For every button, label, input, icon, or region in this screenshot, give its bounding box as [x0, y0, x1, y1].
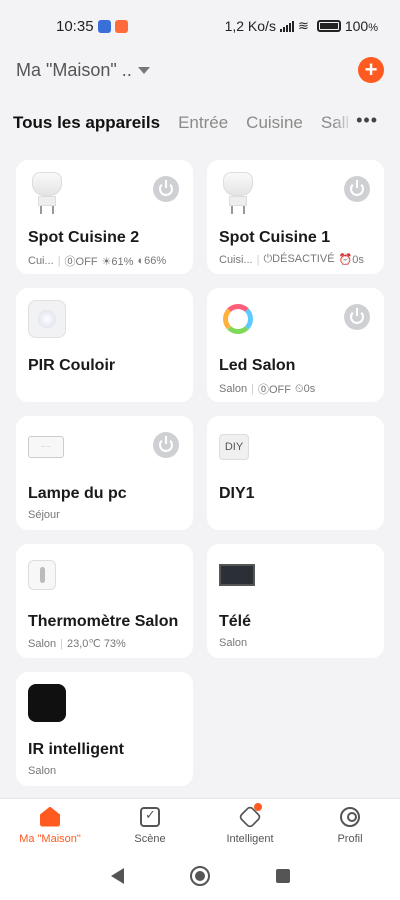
battery-unit: % [368, 22, 378, 34]
nav-scene[interactable]: Scène [100, 799, 200, 852]
home-selector[interactable]: Ma "Maison" .. [16, 60, 132, 81]
wifi-icon: ≋ [297, 18, 309, 33]
thermometer-icon [28, 560, 56, 590]
nav-smart-label: Intelligent [226, 832, 274, 845]
back-icon[interactable] [110, 868, 124, 884]
device-room: Salon [219, 383, 248, 395]
home-icon [40, 806, 60, 827]
system-nav-bar [0, 852, 400, 900]
nav-profile-label: Profil [337, 832, 363, 845]
device-name: Spot Cuisine 1 [219, 229, 331, 246]
power-icon[interactable] [344, 304, 370, 330]
checkbox-icon [140, 806, 160, 827]
nav-home[interactable]: Ma "Maison" [0, 799, 100, 852]
device-reading: 23,0℃ 73% [67, 638, 126, 650]
device-status: Salon | 23,0℃ 73% [28, 637, 126, 651]
device-temperature: ◐66% [137, 255, 167, 267]
device-card-tele[interactable]: Télé Salon [207, 544, 384, 658]
device-card-spot-cuisine-2[interactable]: Spot Cuisine 2 Cui... | ⓪OFF ☀61% ◐66% [16, 160, 193, 274]
device-room: Salon [28, 637, 57, 650]
device-state: ⓪OFF [258, 384, 291, 396]
more-icon[interactable]: ••• [348, 110, 378, 131]
device-name: Spot Cuisine 2 [28, 229, 140, 246]
diy-icon: DIY [219, 434, 249, 460]
device-room: Cuisi... [219, 253, 253, 266]
device-state: ⓪OFF [64, 256, 98, 268]
notification-icon [97, 19, 111, 33]
device-status: Salon [28, 765, 56, 777]
profile-icon [340, 806, 360, 827]
controller-icon: ·· ·· [28, 436, 64, 458]
bulb-icon [223, 172, 253, 216]
device-brightness: ☀61% [101, 255, 134, 268]
device-name: Lampe du pc [28, 485, 127, 502]
device-room: Séjour [28, 509, 60, 521]
device-status: Cui... | ⓪OFF ☀61% ◐66% [28, 255, 167, 268]
device-name: Led Salon [219, 357, 296, 374]
network-speed: 1,2 Ko/s [224, 18, 276, 34]
status-bar: 10:35 1,2 Ko/s ≋ 100% [0, 0, 400, 52]
status-time: 10:35 [56, 17, 94, 35]
power-icon[interactable] [153, 176, 179, 202]
bottom-nav: Ma "Maison" Scène Intelligent Profil [0, 798, 400, 852]
device-state: ⏻DÉSACTIVÉ [263, 253, 335, 265]
device-name: Thermomètre Salon [28, 613, 179, 630]
signal-icon [279, 20, 294, 32]
device-grid: Spot Cuisine 2 Cui... | ⓪OFF ☀61% ◐66% Sp… [16, 160, 384, 786]
device-name: DIY1 [219, 485, 255, 502]
notification-dot [254, 803, 262, 811]
device-status: Cuisi... | ⏻DÉSACTIVÉ ⏰0s [219, 253, 364, 266]
motion-sensor-icon [28, 300, 66, 338]
device-card-spot-cuisine-1[interactable]: Spot Cuisine 1 Cuisi... | ⏻DÉSACTIVÉ ⏰0s [207, 160, 384, 274]
tv-icon [219, 564, 255, 586]
device-name: Télé [219, 613, 252, 630]
battery-level: 100 [344, 18, 369, 34]
device-card-lampe-du-pc[interactable]: ·· ·· Lampe du pc Séjour [16, 416, 193, 530]
device-status: Salon [219, 637, 247, 649]
ir-remote-icon [28, 684, 66, 722]
device-name: IR intelligent [28, 741, 124, 758]
app-notification-icon [114, 19, 128, 33]
bulb-icon [32, 172, 62, 216]
device-timer: ⏰0s [338, 254, 364, 266]
nav-home-label: Ma "Maison" [19, 832, 81, 845]
tab-entree[interactable]: Entrée [178, 113, 228, 133]
device-room: Salon [219, 637, 248, 649]
device-card-pir-couloir[interactable]: PIR Couloir [16, 288, 193, 402]
power-icon[interactable] [153, 432, 179, 458]
led-ring-icon [223, 304, 253, 334]
chevron-down-icon[interactable] [137, 66, 150, 74]
room-tabs: Tous les appareils Entrée Cuisine Salle … [0, 108, 400, 138]
battery-icon [316, 20, 341, 32]
device-card-diy1[interactable]: DIY DIY1 [207, 416, 384, 530]
nav-profile[interactable]: Profil [300, 799, 400, 852]
home-button-icon[interactable] [189, 866, 210, 886]
device-timer: ⏲0s [295, 382, 316, 395]
tab-cuisine[interactable]: Cuisine [246, 113, 303, 133]
device-card-thermometre-salon[interactable]: Thermomètre Salon Salon | 23,0℃ 73% [16, 544, 193, 658]
nav-smart[interactable]: Intelligent [200, 799, 300, 852]
device-card-led-salon[interactable]: Led Salon Salon | ⓪OFF ⏲0s [207, 288, 384, 402]
nav-scene-label: Scène [134, 832, 166, 845]
recent-apps-icon[interactable] [275, 869, 290, 883]
device-status: Séjour [28, 509, 60, 521]
power-icon[interactable] [344, 176, 370, 202]
home-header: Ma "Maison" .. + [0, 52, 400, 88]
device-name: PIR Couloir [28, 357, 116, 374]
device-room: Salon [28, 765, 57, 777]
device-card-ir-intelligent[interactable]: IR intelligent Salon [16, 672, 193, 786]
device-status: Salon | ⓪OFF ⏲0s [219, 382, 316, 397]
tab-all-devices[interactable]: Tous les appareils [13, 113, 160, 133]
device-room: Cui... [28, 255, 54, 267]
add-device-button[interactable]: + [358, 57, 384, 83]
